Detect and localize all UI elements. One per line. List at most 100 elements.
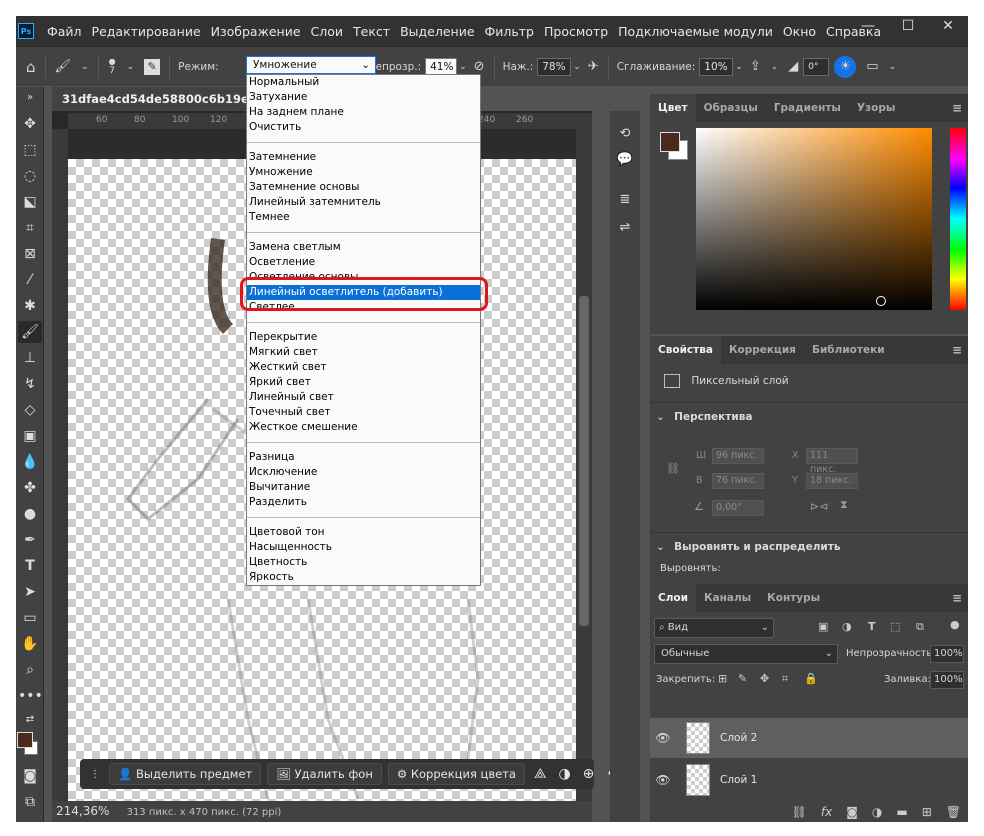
history-brush-tool-icon[interactable]: ↯: [18, 373, 42, 395]
filter-shape-icon[interactable]: ⬚: [890, 620, 900, 633]
gradient-tool-icon[interactable]: ▣: [18, 425, 42, 447]
pen-tool-icon[interactable]: ✒: [18, 529, 42, 551]
marquee-tool-icon[interactable]: ⬚: [18, 139, 42, 161]
tab-channels[interactable]: Каналы: [696, 584, 759, 612]
drag-handle-icon[interactable]: ⋮: [90, 769, 100, 780]
new-adjustment-icon[interactable]: ◑: [872, 805, 882, 819]
blend-option[interactable]: Жесткое смешение: [247, 420, 480, 435]
new-group-icon[interactable]: ▬: [896, 805, 907, 819]
menu-view[interactable]: Просмотр: [539, 24, 613, 39]
chevron-down-icon[interactable]: ⌄: [81, 62, 89, 72]
adjustments-panel-icon[interactable]: ⇌: [614, 217, 636, 239]
tab-libraries[interactable]: Библиотеки: [804, 336, 893, 364]
blend-option[interactable]: Замена светлым: [247, 240, 480, 255]
blend-option[interactable]: Мягкий свет: [247, 345, 480, 360]
stamp-tool-icon[interactable]: ⊥: [18, 347, 42, 369]
new-layer-icon[interactable]: ⊞: [922, 805, 932, 819]
menu-window[interactable]: Окно: [778, 24, 821, 39]
object-select-tool-icon[interactable]: ⬕: [18, 191, 42, 213]
tab-color[interactable]: Цвет: [650, 94, 696, 122]
airbrush-icon[interactable]: ✈: [588, 59, 599, 74]
panel-menu-icon[interactable]: ≡: [952, 336, 962, 364]
blend-option[interactable]: Жесткий свет: [247, 360, 480, 375]
hand-tool-icon[interactable]: ✋: [18, 633, 42, 655]
menu-edit[interactable]: Редактирование: [87, 24, 206, 39]
dodge-tool-icon[interactable]: ✤: [18, 477, 42, 499]
color-picker-field[interactable]: [696, 128, 932, 310]
layer-opacity-field[interactable]: 100%: [930, 645, 964, 663]
smoothing-options-icon[interactable]: ⇪: [750, 59, 761, 74]
brush-tool-icon[interactable]: 🖌: [18, 321, 42, 343]
panel-menu-icon[interactable]: ≡: [952, 584, 962, 612]
chevron-down-icon[interactable]: ⌄: [656, 411, 665, 423]
tab-adjustments[interactable]: Коррекция: [721, 336, 804, 364]
chevron-down-icon[interactable]: ⌄: [656, 541, 665, 553]
blend-option[interactable]: Яркий свет: [247, 375, 480, 390]
chevron-down-icon[interactable]: ⌄: [459, 62, 467, 72]
lock-position-icon[interactable]: ✥: [760, 672, 769, 685]
foreground-color-chip[interactable]: [660, 132, 680, 152]
layer-filter-select[interactable]: ⌕ Вид ⌄: [654, 618, 774, 638]
lasso-tool-icon[interactable]: ◌: [18, 165, 42, 187]
blend-option[interactable]: Линейный затемнитель: [247, 195, 480, 210]
zoom-level[interactable]: 214,36%: [56, 804, 109, 818]
hue-slider[interactable]: [950, 128, 966, 310]
toolbar-collapse-icon[interactable]: »: [18, 87, 42, 109]
menu-file[interactable]: Файл: [42, 24, 87, 39]
swap-colors-icon[interactable]: ⇄: [18, 709, 42, 731]
eraser-tool-icon[interactable]: ◇: [18, 399, 42, 421]
picker-cursor[interactable]: [876, 296, 886, 306]
flip-horizontal-icon[interactable]: ⊳⊲: [810, 500, 828, 513]
pressure-opacity-icon[interactable]: ⊘: [474, 59, 485, 74]
symmetry-icon[interactable]: ☀: [834, 55, 857, 78]
panel-menu-icon[interactable]: ≡: [952, 94, 962, 122]
blend-option[interactable]: Перекрытие: [247, 330, 480, 345]
blend-option[interactable]: Точечный свет: [247, 405, 480, 420]
screen-mode-icon[interactable]: ⧉: [18, 791, 42, 813]
eyedropper-tool-icon[interactable]: ⁄: [18, 269, 42, 291]
blend-option[interactable]: Цветовой тон: [247, 525, 480, 540]
sponge-tool-icon[interactable]: ●: [18, 503, 42, 525]
blend-option[interactable]: Затемнение основы: [247, 180, 480, 195]
blend-option[interactable]: Осветление: [247, 255, 480, 270]
filter-adjustment-icon[interactable]: ◑: [842, 620, 852, 633]
type-tool-icon[interactable]: T: [18, 555, 42, 577]
smoothing-field[interactable]: 10%: [699, 57, 734, 76]
adjustment-icon[interactable]: ◑: [558, 766, 570, 782]
y-field[interactable]: 18 пикс.: [806, 473, 858, 489]
crop-tool-icon[interactable]: ⌗: [18, 217, 42, 239]
flip-vertical-icon[interactable]: ⧗: [840, 498, 848, 512]
filter-toggle-icon[interactable]: ●: [950, 618, 960, 631]
blend-option[interactable]: Нормальный: [247, 75, 480, 90]
home-icon[interactable]: ⌂: [26, 58, 36, 76]
color-correction-button[interactable]: ⚙ Коррекция цвета: [387, 763, 525, 785]
foreground-color-swatch[interactable]: [17, 732, 33, 748]
blend-option[interactable]: Темнее: [247, 210, 480, 225]
layer-row[interactable]: 👁 Слой 2: [650, 718, 968, 758]
brush-settings-icon[interactable]: ✎: [144, 58, 161, 75]
blend-option[interactable]: Яркость: [247, 570, 480, 585]
more-tools-icon[interactable]: •••: [18, 685, 43, 707]
angle-field[interactable]: 0,00°: [712, 500, 764, 516]
menu-type[interactable]: Текст: [348, 24, 395, 39]
blend-option[interactable]: На заднем плане: [247, 105, 480, 120]
add-icon[interactable]: ⊕: [583, 766, 595, 782]
lock-artboard-icon[interactable]: ⌗: [782, 672, 788, 686]
opacity-field[interactable]: 41%: [425, 57, 458, 76]
add-mask-icon[interactable]: ◙: [846, 805, 858, 819]
settings-icon[interactable]: ⌄: [771, 62, 779, 72]
tab-layers[interactable]: Слои: [650, 584, 696, 612]
visibility-eye-icon[interactable]: 👁: [650, 731, 676, 745]
layer-row[interactable]: 👁 Слой 1: [650, 760, 968, 800]
maximize-icon[interactable]: ☐: [888, 16, 928, 36]
comments-icon[interactable]: 💬: [614, 149, 636, 171]
pressure-field[interactable]: 78%: [537, 57, 572, 76]
blend-option[interactable]: Затемнение: [247, 150, 480, 165]
chevron-down-icon[interactable]: ⌄: [889, 62, 897, 72]
blend-option[interactable]: Насыщенность: [247, 540, 480, 555]
move-tool-icon[interactable]: ✥: [18, 113, 42, 135]
chevron-down-icon[interactable]: ⌄: [127, 62, 135, 72]
width-field[interactable]: 96 пикс.: [712, 448, 764, 464]
fx-icon[interactable]: fx: [821, 805, 832, 819]
blur-tool-icon[interactable]: 💧: [18, 451, 42, 473]
